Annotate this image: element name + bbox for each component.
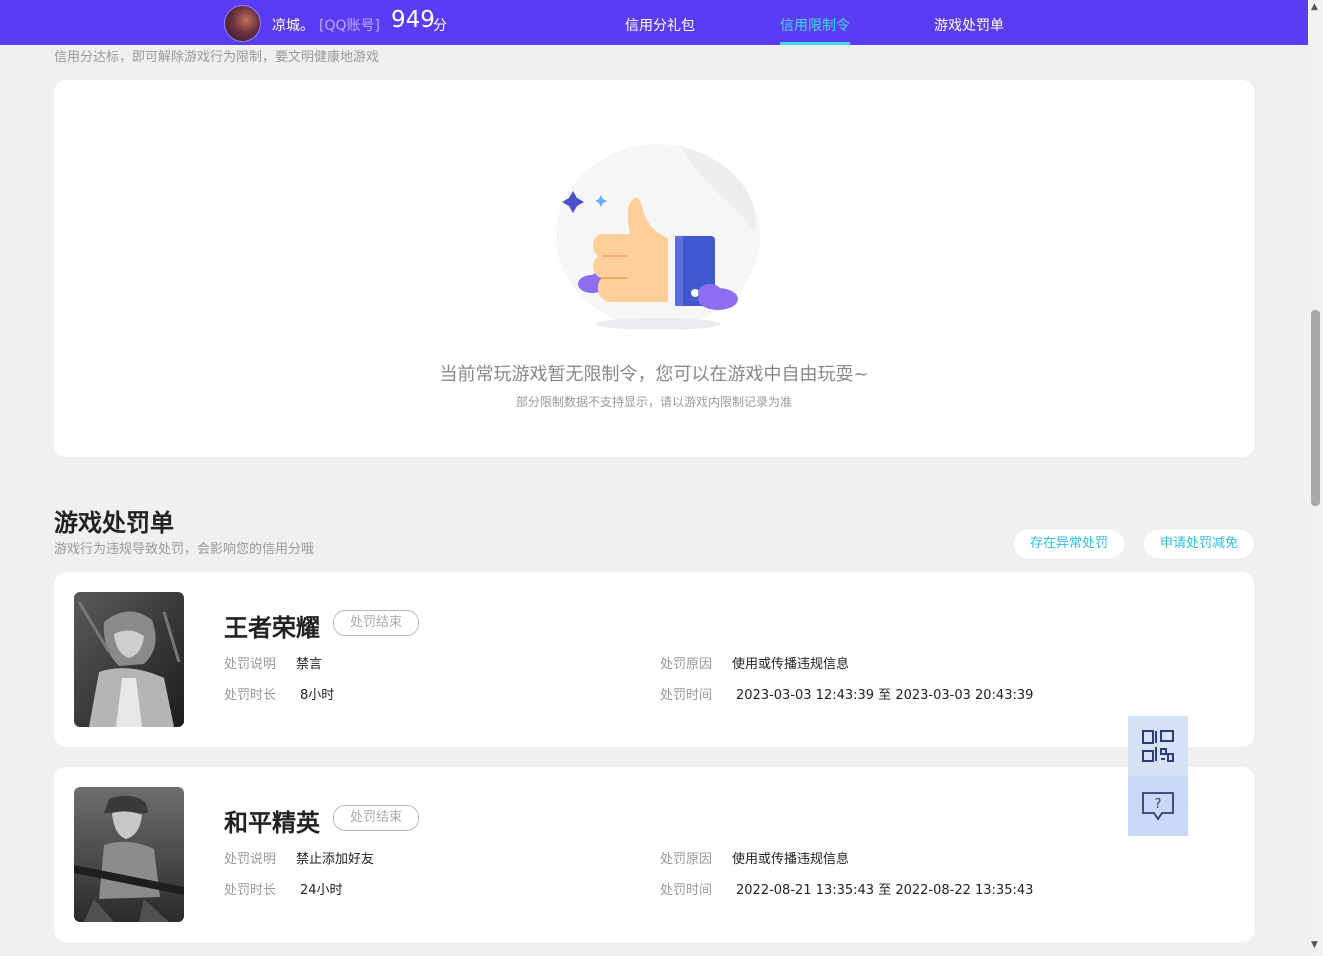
status-badge: 处罚结束	[333, 610, 419, 636]
game-name: 王者荣耀	[224, 614, 320, 642]
penalty-desc-label: 处罚说明	[224, 657, 277, 672]
nav-game-penalty[interactable]: 游戏处罚单	[934, 15, 1004, 35]
top-nav-bar: 凉城。 [QQ账号] 949 分 信用分礼包 信用限制令 游戏处罚单	[0, 0, 1308, 45]
penalty-duration-label: 处罚时长	[224, 883, 277, 898]
penalty-reason-label: 处罚原因	[660, 657, 713, 672]
active-nav-indicator	[780, 42, 850, 45]
scrollbar-thumb[interactable]	[1311, 310, 1320, 506]
score-unit: 分	[433, 18, 447, 34]
game-name: 和平精英	[224, 809, 320, 837]
username: 凉城。	[272, 18, 314, 34]
scroll-down-arrow-icon[interactable]: ▼	[1311, 940, 1318, 950]
penalty-duration-label: 处罚时长	[224, 688, 277, 703]
help-button[interactable]: ?	[1128, 776, 1188, 836]
penalty-reason-value: 使用或传播违规信息	[732, 657, 850, 672]
report-abnormal-penalty-button[interactable]: 存在异常处罚	[1014, 530, 1124, 558]
penalty-desc-value: 禁止添加好友	[296, 852, 375, 867]
game-thumbnail	[74, 592, 184, 727]
apply-penalty-reduction-button[interactable]: 申请处罚减免	[1144, 530, 1254, 558]
penalty-card: 王者荣耀 处罚结束 处罚说明 禁言 处罚时长 8小时 处罚原因 使用或传播违规信…	[54, 572, 1254, 747]
penalty-time-label: 处罚时间	[660, 688, 713, 703]
scroll-up-arrow-icon[interactable]: ▲	[1311, 2, 1318, 12]
help-chat-icon: ?	[1142, 792, 1174, 821]
qrcode-button[interactable]	[1128, 716, 1188, 776]
thumbs-up-illustration	[556, 144, 760, 330]
credit-score: 949	[391, 7, 435, 33]
penalty-card: 和平精英 处罚结束 处罚说明 禁止添加好友 处罚时长 24小时 处罚原因 使用或…	[54, 767, 1254, 942]
empty-restriction-note: 部分限制数据不支持显示，请以游戏内限制记录为准	[515, 395, 792, 409]
avatar[interactable]	[224, 5, 261, 42]
penalty-time-value: 2022-08-21 13:35:43 至 2022-08-22 13:35:4…	[736, 883, 1034, 898]
game-thumbnail	[74, 787, 184, 922]
penalty-reason-label: 处罚原因	[660, 852, 713, 867]
penalty-desc-value: 禁言	[296, 657, 323, 672]
status-badge: 处罚结束	[333, 805, 419, 831]
svg-text:?: ?	[1155, 797, 1162, 812]
qrcode-icon	[1142, 730, 1174, 762]
penalty-reason-value: 使用或传播违规信息	[732, 852, 850, 867]
penalty-desc-label: 处罚说明	[224, 852, 277, 867]
account-type: [QQ账号]	[319, 18, 380, 34]
penalty-time-label: 处罚时间	[660, 883, 713, 898]
penalty-section-subtitle: 游戏行为违规导致处罚，会影响您的信用分哦	[54, 542, 315, 557]
penalty-time-value: 2023-03-03 12:43:39 至 2023-03-03 20:43:3…	[736, 688, 1034, 703]
penalty-duration-value: 8小时	[300, 688, 335, 703]
nav-credit-gift[interactable]: 信用分礼包	[625, 15, 695, 35]
restriction-subtitle: 信用分达标，即可解除游戏行为限制，要文明健康地游戏	[54, 50, 380, 65]
empty-restriction-message: 当前常玩游戏暂无限制令，您可以在游戏中自由玩耍~	[439, 364, 869, 385]
nav-credit-restriction[interactable]: 信用限制令	[780, 15, 850, 35]
floating-toolbar: ?	[1128, 716, 1188, 836]
penalty-duration-value: 24小时	[300, 883, 343, 898]
penalty-section-title: 游戏处罚单	[54, 509, 174, 537]
page-scrollbar[interactable]: ▲ ▼	[1308, 0, 1323, 956]
